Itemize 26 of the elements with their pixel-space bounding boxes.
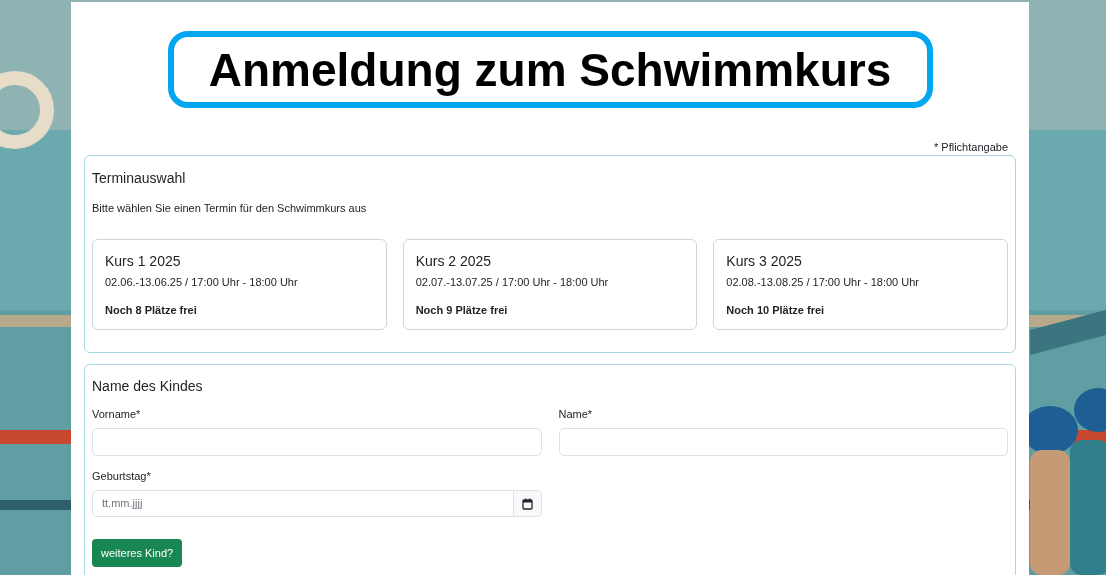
course-name: Kurs 3 2025: [726, 252, 803, 270]
section-heading: Terminauswahl: [92, 169, 187, 187]
course-dates: 02.08.-13.08.25 / 17:00 Uhr - 18:00 Uhr: [726, 275, 920, 289]
field-label: Name*: [558, 407, 594, 421]
course-name: Kurs 2 2025: [415, 252, 493, 270]
instruction-text: Bitte wählen Sie einen Termin für den Schwimmkurs aus: [92, 201, 368, 215]
input-field[interactable]: [92, 428, 542, 456]
add-child-button[interactable]: weiteres Kind?: [92, 539, 183, 567]
calendar-icon: [521, 497, 533, 510]
free-places-text: Noch 10 Plätze frei: [726, 303, 826, 317]
input-field[interactable]: [558, 428, 1008, 456]
free-places-text: Noch 8 Plätze frei: [105, 303, 198, 317]
course-dates: 02.07.-13.07.25 / 17:00 Uhr - 18:00 Uhr: [415, 275, 610, 289]
course-card[interactable]: Kurs 1 2025 02.06.-13.06.25 / 17:00 Uhr - 18:00 Uhr Noch 8 Plätze frei: [92, 239, 387, 330]
field-label: Vorname*: [92, 407, 142, 421]
page-title: Anmeldung zum Schwimmkurs: [167, 31, 933, 108]
course-card[interactable]: Kurs 3 2025 02.08.-13.08.25 / 17:00 Uhr - 18:00 Uhr Noch 10 Plätze frei: [713, 239, 1008, 330]
field-label: Geburtstag*: [92, 469, 152, 483]
course-dates: 02.06.-13.06.25 / 17:00 Uhr - 18:00 Uhr: [105, 275, 299, 289]
required-note: * Pflichtangabe: [934, 140, 1008, 154]
calendar-button[interactable]: [513, 490, 542, 517]
course-name: Kurs 1 2025: [105, 252, 182, 270]
section-heading: Name des Kindes: [92, 377, 204, 395]
course-card[interactable]: Kurs 2 2025 02.07.-13.07.25 / 17:00 Uhr - 18:00 Uhr Noch 9 Plätze frei: [402, 239, 698, 330]
free-places-text: Noch 9 Plätze frei: [415, 303, 509, 317]
date-field[interactable]: tt.mm.jjjj: [92, 490, 514, 517]
